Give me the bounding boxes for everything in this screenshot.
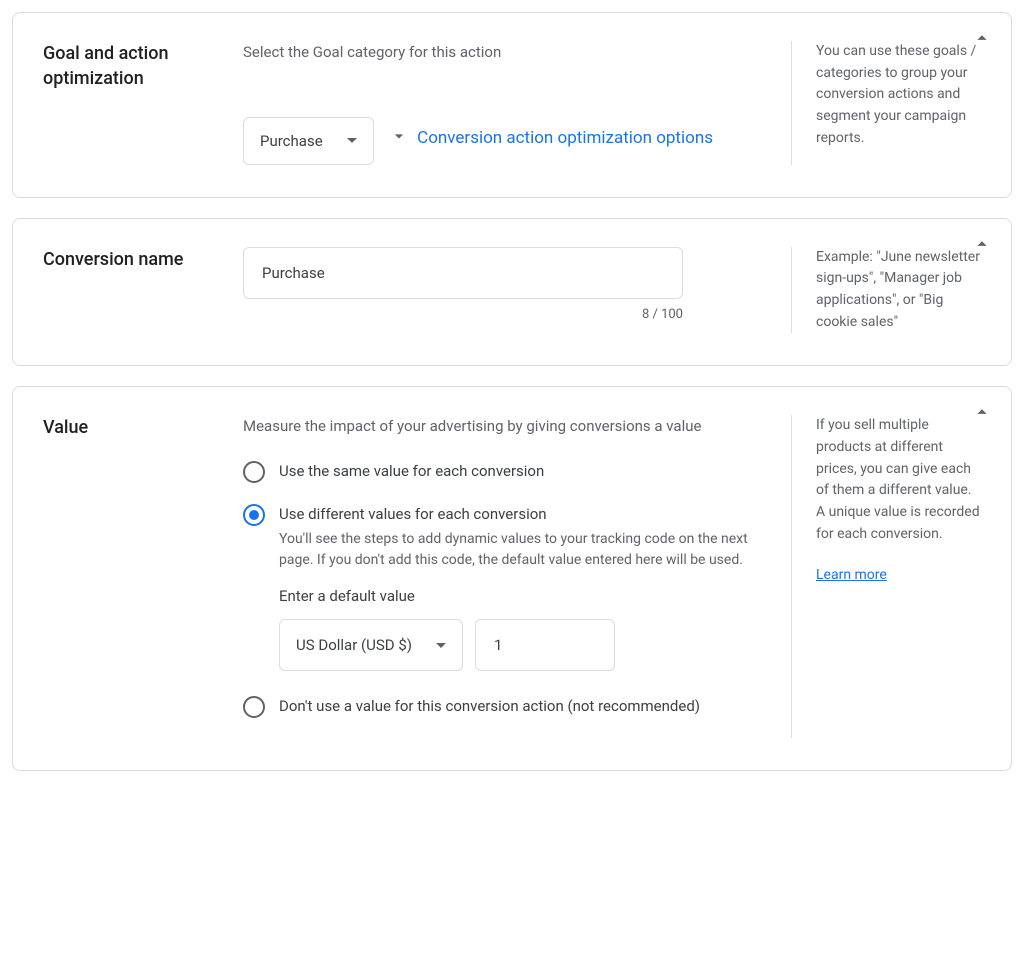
radio-none-label: Don't use a value for this conversion ac… [279, 695, 700, 718]
collapse-button[interactable] [971, 401, 993, 427]
caret-down-icon [436, 643, 446, 648]
goal-help: You can use these goals / categories to … [791, 41, 981, 165]
goal-action-card: Goal and action optimization Select the … [12, 12, 1012, 198]
conversion-name-main: 8 / 100 [243, 247, 791, 334]
currency-select[interactable]: US Dollar (USD $) [279, 619, 463, 671]
currency-value: US Dollar (USD $) [296, 636, 412, 654]
section-label: Conversion name [43, 247, 243, 334]
default-value-section: Enter a default value US Dollar (USD $) [279, 587, 771, 671]
optimization-options-toggle[interactable]: Conversion action optimization options [389, 126, 713, 151]
radio-no-value[interactable]: Don't use a value for this conversion ac… [243, 695, 771, 718]
value-main: Measure the impact of your advertising b… [243, 415, 791, 738]
radio-diff-sub: You'll see the steps to add dynamic valu… [279, 529, 771, 571]
radio-icon [243, 696, 265, 718]
radio-dot-icon [249, 510, 259, 520]
goal-main: Select the Goal category for this action… [243, 41, 791, 165]
value-desc: Measure the impact of your advertising b… [243, 415, 771, 438]
radio-icon-selected [243, 504, 265, 526]
value-help: If you sell multiple products at differe… [816, 415, 981, 545]
optimization-options-label: Conversion action optimization options [417, 128, 713, 148]
goal-category-select[interactable]: Purchase [243, 117, 374, 165]
radio-same-value[interactable]: Use the same value for each conversion [243, 460, 771, 483]
char-count: 8 / 100 [243, 307, 683, 322]
conversion-name-input[interactable] [243, 247, 683, 299]
chevron-down-icon [389, 126, 409, 151]
conversion-name-title: Conversion name [43, 247, 243, 272]
collapse-button[interactable] [971, 233, 993, 259]
caret-down-icon [347, 138, 357, 143]
value-help-col: If you sell multiple products at differe… [791, 415, 981, 738]
radio-same-label: Use the same value for each conversion [279, 460, 544, 483]
learn-more-link[interactable]: Learn more [816, 565, 887, 587]
radio-icon [243, 461, 265, 483]
radio-different-values[interactable]: Use different values for each conversion… [243, 503, 771, 572]
goal-title: Goal and action optimization [43, 41, 243, 91]
value-card: Value Measure the impact of your adverti… [12, 386, 1012, 771]
conversion-name-card: Conversion name 8 / 100 Example: "June n… [12, 218, 1012, 367]
collapse-button[interactable] [971, 27, 993, 53]
default-value-input[interactable] [475, 619, 615, 671]
conversion-name-help: Example: "June newsletter sign-ups", "Ma… [791, 247, 981, 334]
goal-desc: Select the Goal category for this action [243, 41, 771, 64]
value-title: Value [43, 415, 243, 440]
radio-diff-label: Use different values for each conversion [279, 503, 771, 526]
section-label: Value [43, 415, 243, 738]
goal-category-value: Purchase [260, 132, 323, 150]
default-value-label: Enter a default value [279, 587, 771, 605]
section-label: Goal and action optimization [43, 41, 243, 165]
